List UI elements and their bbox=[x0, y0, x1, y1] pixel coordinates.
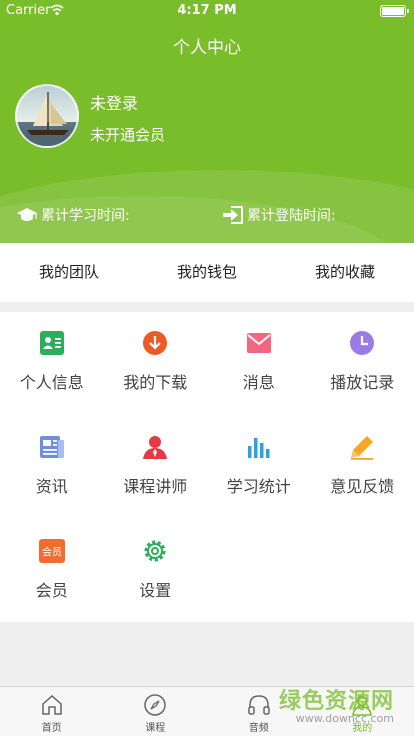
clock-time: 4:17 PM bbox=[177, 3, 237, 18]
sailboat-avatar-icon bbox=[17, 92, 77, 146]
grid-item-feedback[interactable]: 意见反馈 bbox=[311, 416, 414, 520]
study-time-label: 累计学习时间: bbox=[41, 208, 130, 224]
study-time-stat: 累计学习时间: bbox=[16, 205, 130, 225]
login-time-label: 累计登陆时间: bbox=[247, 208, 336, 224]
grid-item-news[interactable]: 资讯 bbox=[0, 416, 104, 520]
download-icon bbox=[143, 331, 168, 355]
grid-item-membership[interactable]: 会员 会员 bbox=[0, 520, 104, 624]
status-bar: Carrier 4:17 PM bbox=[0, 0, 414, 22]
profile-header: Carrier 4:17 PM 个人中心 未登录 未开通会员 累计学习时间: 累… bbox=[0, 0, 414, 243]
tab-label: 课程 bbox=[145, 723, 166, 734]
news-icon bbox=[39, 436, 64, 458]
id-card-icon bbox=[39, 331, 64, 355]
grid-item-label: 学习统计 bbox=[226, 477, 291, 496]
teacher-icon bbox=[143, 436, 168, 459]
tab-mine[interactable]: 我的 bbox=[311, 687, 414, 736]
grid-item-course-teachers[interactable]: 课程讲师 bbox=[104, 416, 208, 520]
membership-badge-text: 会员 bbox=[42, 546, 62, 559]
tab-label: 我的 bbox=[352, 723, 373, 734]
tab-label: 音频 bbox=[248, 723, 269, 734]
message-icon bbox=[246, 333, 271, 353]
feature-grid: 个人信息 我的下载 消息 播放记录 资讯 课程讲师 学习统计 意见反馈 会员 会… bbox=[0, 312, 414, 622]
home-icon bbox=[42, 694, 62, 715]
grid-item-my-downloads[interactable]: 我的下载 bbox=[104, 312, 208, 416]
grid-item-personal-info[interactable]: 个人信息 bbox=[0, 312, 104, 416]
grid-item-label: 会员 bbox=[35, 581, 68, 600]
grid-item-label: 资讯 bbox=[35, 477, 68, 496]
my-favorites-link[interactable]: 我的收藏 bbox=[276, 243, 414, 302]
grid-item-label: 设置 bbox=[139, 581, 172, 600]
bottom-tab-bar: 首页 课程 音频 我的 bbox=[0, 686, 414, 736]
page-title: 个人中心 bbox=[173, 38, 241, 58]
tab-audio[interactable]: 音频 bbox=[207, 687, 311, 736]
my-wallet-link[interactable]: 我的钱包 bbox=[138, 243, 276, 302]
user-icon bbox=[352, 695, 373, 716]
grid-item-label: 我的下载 bbox=[123, 373, 188, 392]
battery-icon bbox=[380, 5, 409, 17]
login-arrow-icon bbox=[223, 206, 243, 224]
grid-item-label: 消息 bbox=[242, 373, 275, 392]
quick-links-row: 我的团队 我的钱包 我的收藏 bbox=[0, 243, 414, 302]
membership-icon: 会员 bbox=[38, 539, 65, 563]
grid-item-label: 个人信息 bbox=[19, 373, 84, 392]
tab-home[interactable]: 首页 bbox=[0, 687, 104, 736]
grid-item-study-stats[interactable]: 学习统计 bbox=[207, 416, 311, 520]
feedback-pencil-icon bbox=[351, 436, 374, 460]
grid-item-label: 意见反馈 bbox=[330, 477, 395, 496]
statistics-icon bbox=[247, 438, 270, 458]
tab-label: 首页 bbox=[41, 723, 62, 734]
grid-item-settings[interactable]: 设置 bbox=[104, 520, 208, 624]
user-name[interactable]: 未登录 bbox=[90, 90, 138, 114]
grid-item-messages[interactable]: 消息 bbox=[207, 312, 311, 416]
compass-icon bbox=[144, 694, 166, 716]
grid-item-label: 播放记录 bbox=[330, 373, 395, 392]
grid-item-label: 课程讲师 bbox=[123, 477, 188, 496]
vip-status: 未开通会员 bbox=[90, 126, 166, 144]
login-time-stat: 累计登陆时间: bbox=[222, 205, 336, 225]
avatar[interactable] bbox=[15, 84, 79, 148]
tab-courses[interactable]: 课程 bbox=[104, 687, 208, 736]
headphones-icon bbox=[248, 695, 270, 715]
my-team-link[interactable]: 我的团队 bbox=[0, 243, 138, 302]
history-clock-icon bbox=[350, 331, 375, 355]
settings-gear-icon bbox=[144, 540, 166, 562]
grid-item-play-history[interactable]: 播放记录 bbox=[311, 312, 414, 416]
graduation-cap-icon bbox=[17, 208, 37, 221]
